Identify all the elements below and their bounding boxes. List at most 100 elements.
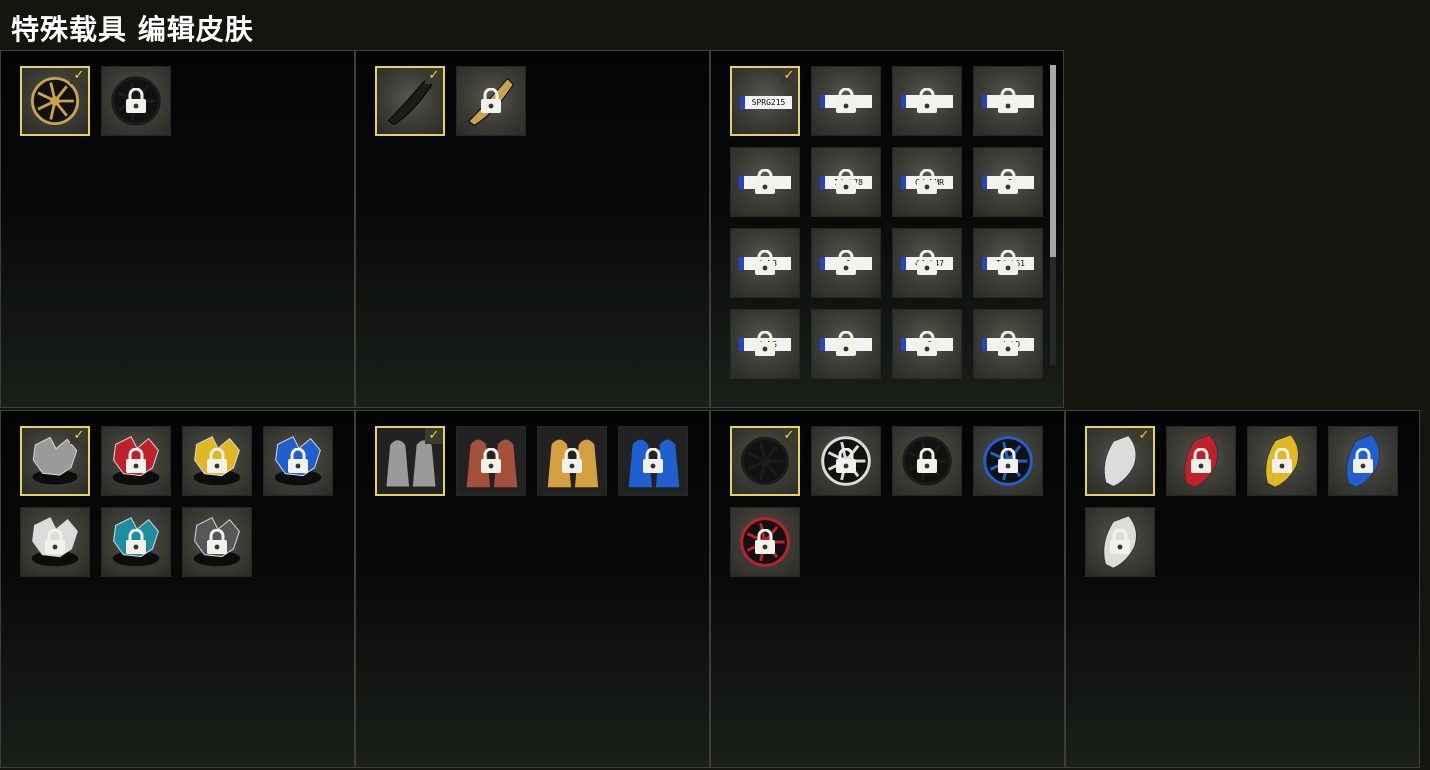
padlock-icon: [917, 169, 937, 194]
padlock-icon: [481, 448, 501, 473]
skin-slot[interactable]: R N3: [730, 228, 800, 298]
skin-slot[interactable]: [101, 66, 171, 136]
plate-scrollbar[interactable]: [1050, 65, 1056, 365]
padlock-icon: [481, 88, 501, 113]
padlock-icon: [126, 88, 146, 113]
license-plate: SPRG215: [740, 96, 792, 109]
padlock-icon: [755, 529, 775, 554]
skin-slot[interactable]: [456, 66, 526, 136]
padlock-icon: [755, 169, 775, 194]
padlock-icon: [917, 250, 937, 275]
skin-slot[interactable]: SPRG215 ✓: [730, 66, 800, 136]
skin-slot[interactable]: 12 678: [811, 147, 881, 217]
padlock-icon: [836, 448, 856, 473]
skin-slot[interactable]: [456, 426, 526, 496]
skin-slot[interactable]: [20, 507, 90, 577]
padlock-icon: [917, 88, 937, 113]
skin-slot[interactable]: TY 061: [973, 228, 1043, 298]
skin-slot[interactable]: [1166, 426, 1236, 496]
skin-slot[interactable]: ✓: [375, 66, 445, 136]
skin-slot[interactable]: [730, 147, 800, 217]
skin-slot[interactable]: 1: [811, 228, 881, 298]
skin-slot[interactable]: [892, 426, 962, 496]
skin-slot[interactable]: [973, 426, 1043, 496]
skin-slot[interactable]: [618, 426, 688, 496]
checkmark-icon: ✓: [425, 428, 443, 444]
seat-panel-grid: ✓: [375, 426, 688, 496]
skin-slot[interactable]: [1085, 507, 1155, 577]
skin-slot[interactable]: CH DMR: [892, 147, 962, 217]
license-plate-panel: SPRG215 ✓ 12 678CH DMRD R N3147 147TY 061 D …: [710, 50, 1064, 408]
padlock-icon: [207, 529, 227, 554]
caliper-panel: ✓: [1065, 410, 1420, 768]
license-plate-panel-grid: SPRG215 ✓ 12 678CH DMRD R N3147 147TY 061 D …: [730, 66, 1043, 379]
skin-slot[interactable]: [1247, 426, 1317, 496]
skin-slot[interactable]: [811, 426, 881, 496]
padlock-icon: [562, 448, 582, 473]
padlock-icon: [755, 331, 775, 356]
padlock-icon: [998, 250, 1018, 275]
seat-panel: ✓: [355, 410, 710, 768]
padlock-icon: [998, 331, 1018, 356]
checkmark-icon: ✓: [425, 68, 443, 84]
padlock-icon: [1353, 448, 1373, 473]
skin-slot[interactable]: ✓: [1085, 426, 1155, 496]
skin-slot[interactable]: ✓: [730, 426, 800, 496]
skin-slot[interactable]: ✓: [20, 426, 90, 496]
skin-slot[interactable]: [182, 426, 252, 496]
padlock-icon: [998, 169, 1018, 194]
spoiler-panel: ✓: [355, 50, 710, 408]
padlock-icon: [126, 448, 146, 473]
padlock-icon: [643, 448, 663, 473]
skin-slot[interactable]: N OD: [973, 309, 1043, 379]
skin-slot[interactable]: ✓: [20, 66, 90, 136]
checkmark-icon: ✓: [780, 428, 798, 444]
padlock-icon: [917, 331, 937, 356]
skin-slot[interactable]: D RS: [730, 309, 800, 379]
skin-slot[interactable]: G: [892, 309, 962, 379]
checkmark-icon: ✓: [70, 428, 88, 444]
skin-slot[interactable]: [811, 309, 881, 379]
caliper-panel-grid: ✓: [1085, 426, 1398, 577]
skin-slot[interactable]: [811, 66, 881, 136]
skin-slot[interactable]: [101, 426, 171, 496]
padlock-icon: [836, 169, 856, 194]
skin-slot[interactable]: [182, 507, 252, 577]
padlock-icon: [1191, 448, 1211, 473]
skin-slot[interactable]: [892, 66, 962, 136]
padlock-icon: [998, 448, 1018, 473]
skin-slot[interactable]: [973, 66, 1043, 136]
checkmark-icon: ✓: [1135, 428, 1153, 444]
padlock-icon: [836, 331, 856, 356]
padlock-icon: [917, 448, 937, 473]
skin-slot[interactable]: [537, 426, 607, 496]
skin-slot[interactable]: 47 147: [892, 228, 962, 298]
padlock-icon: [1110, 529, 1130, 554]
padlock-icon: [207, 448, 227, 473]
rim-panel: ✓: [710, 410, 1065, 768]
page-title: 特殊载具 编辑皮肤: [11, 13, 254, 46]
padlock-icon: [288, 448, 308, 473]
checkmark-icon: ✓: [70, 68, 88, 84]
padlock-icon: [126, 529, 146, 554]
padlock-icon: [998, 88, 1018, 113]
skin-slot[interactable]: [263, 426, 333, 496]
padlock-icon: [1272, 448, 1292, 473]
wheel-panel-grid: ✓: [20, 66, 333, 136]
padlock-icon: [45, 529, 65, 554]
engine-panel: ✓: [0, 410, 355, 768]
padlock-icon: [836, 88, 856, 113]
checkmark-icon: ✓: [780, 68, 798, 84]
padlock-icon: [836, 250, 856, 275]
engine-panel-grid: ✓: [20, 426, 333, 577]
scroll-thumb[interactable]: [1050, 65, 1056, 257]
spoiler-panel-grid: ✓: [375, 66, 688, 136]
rim-panel-grid: ✓: [730, 426, 1043, 577]
padlock-icon: [755, 250, 775, 275]
wheel-panel: ✓: [0, 50, 355, 408]
skin-slot[interactable]: ✓: [375, 426, 445, 496]
skin-slot[interactable]: [730, 507, 800, 577]
skin-slot[interactable]: D: [973, 147, 1043, 217]
skin-slot[interactable]: [1328, 426, 1398, 496]
skin-slot[interactable]: [101, 507, 171, 577]
